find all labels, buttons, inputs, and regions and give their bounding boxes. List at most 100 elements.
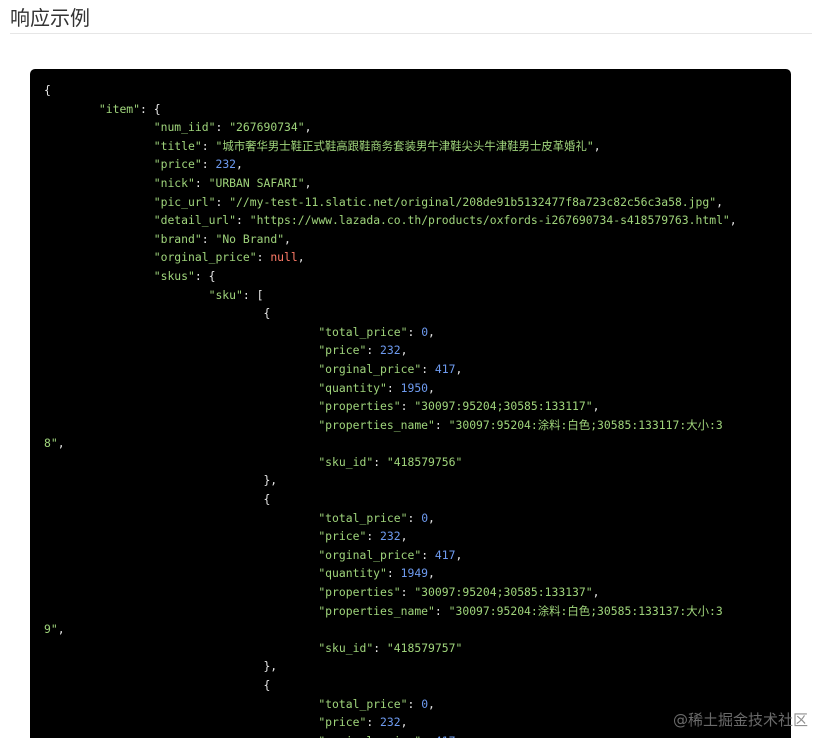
json-punctuation: : [373, 640, 387, 655]
json-punctuation [44, 325, 318, 339]
code-line: "pic_url": "//my-test-11.slatic.net/orig… [44, 193, 785, 212]
code-line: "properties_name": "30097:95204:涂料:白色;30… [44, 416, 785, 435]
json-punctuation [44, 232, 154, 246]
json-punctuation: , [455, 734, 462, 738]
json-punctuation [44, 697, 318, 711]
json-punctuation: : [201, 231, 216, 246]
code-line: "properties_name": "30097:95204:涂料:白色;30… [44, 602, 785, 621]
json-punctuation [44, 102, 99, 116]
json-key: "title" [153, 138, 202, 153]
json-string: "418579757" [386, 640, 463, 655]
json-key: "detail_url" [153, 213, 237, 228]
json-key: "properties_name" [318, 603, 435, 618]
code-block[interactable]: { "item": { "num_iid": "267690734", "tit… [30, 69, 791, 738]
json-string: 8" [44, 436, 58, 451]
json-punctuation: , [592, 399, 600, 414]
json-punctuation [44, 418, 318, 432]
json-punctuation: , [57, 622, 65, 637]
json-punctuation: : [407, 324, 422, 339]
json-string: "267690734" [229, 120, 305, 135]
json-punctuation: : [366, 715, 381, 730]
code-line: "properties": "30097:95204;30585:133137"… [44, 583, 785, 602]
json-punctuation [44, 362, 318, 376]
json-string: "//my-test-11.slatic.net/original/208de9… [229, 194, 717, 209]
code-line: "brand": "No Brand", [44, 230, 785, 249]
page-title: 响应示例 [10, 6, 90, 30]
json-punctuation: : [215, 120, 230, 135]
json-number: 232 [380, 529, 401, 544]
json-punctuation: : { [194, 268, 216, 283]
json-punctuation: : [400, 585, 415, 600]
json-key: "total_price" [318, 510, 408, 525]
code-line: { [44, 676, 785, 695]
title-divider [10, 33, 812, 34]
code-line: "total_price": 0, [44, 509, 785, 528]
code-line: "orginal_price": 417, [44, 732, 785, 738]
code-line: { [44, 81, 785, 100]
json-punctuation: , [428, 510, 435, 525]
json-punctuation: , [428, 380, 435, 395]
json-key: "properties" [318, 399, 401, 414]
json-key: "num_iid" [153, 120, 216, 135]
json-key: "orginal_price" [318, 361, 422, 376]
json-punctuation: : { [140, 101, 161, 116]
json-punctuation: : [366, 529, 381, 544]
json-number: 1950 [400, 380, 429, 395]
json-punctuation: : [386, 380, 401, 395]
json-punctuation: : [421, 547, 435, 562]
json-punctuation [44, 176, 154, 190]
code-line: }, [44, 471, 785, 490]
code-line: "price": 232, [44, 341, 785, 360]
code-line: { [44, 490, 785, 509]
json-punctuation [44, 511, 318, 525]
code-lines: { "item": { "num_iid": "267690734", "tit… [44, 81, 785, 738]
code-line: "properties": "30097:95204;30585:133117"… [44, 397, 785, 416]
json-number: 1949 [400, 566, 429, 581]
json-string: 9" [44, 622, 58, 637]
code-line: "quantity": 1949, [44, 564, 785, 583]
json-key: "total_price" [318, 324, 408, 339]
json-key: "quantity" [318, 380, 387, 395]
json-punctuation: , [593, 138, 601, 153]
json-key: "nick" [153, 175, 195, 190]
json-punctuation [44, 455, 318, 469]
json-key: "pic_url" [153, 194, 216, 209]
code-line: "price": 232, [44, 155, 785, 174]
json-punctuation: : [256, 250, 271, 265]
code-line: "skus": { [44, 267, 785, 286]
code-line: 8", [44, 434, 785, 453]
json-number: 417 [434, 361, 456, 376]
json-punctuation: : [421, 361, 435, 376]
json-punctuation: : [421, 734, 435, 738]
json-punctuation [44, 529, 318, 543]
json-key: "sku" [208, 287, 243, 302]
json-punctuation [44, 399, 318, 413]
code-line: "nick": "URBAN SAFARI", [44, 174, 785, 193]
json-punctuation: : [386, 566, 401, 581]
json-punctuation [44, 250, 154, 264]
json-punctuation: , [304, 120, 312, 135]
json-key: "orginal_price" [153, 250, 257, 265]
code-line: }, [44, 657, 785, 676]
json-number: 232 [215, 157, 237, 172]
json-punctuation [44, 734, 318, 738]
json-punctuation: , [455, 361, 463, 376]
code-line: "quantity": 1950, [44, 379, 785, 398]
json-punctuation: , [428, 324, 435, 339]
json-punctuation [44, 566, 318, 580]
json-punctuation [44, 195, 154, 209]
json-punctuation [44, 604, 318, 618]
json-punctuation [44, 288, 209, 302]
code-line: "sku_id": "418579757" [44, 639, 785, 658]
json-string: "30097:95204:涂料:白色;30585:133117:大小:3 [448, 417, 723, 432]
json-punctuation [44, 715, 318, 729]
json-key: "quantity" [318, 566, 387, 581]
json-null: null [270, 250, 298, 265]
json-punctuation: : [ [242, 287, 264, 302]
json-punctuation: { [44, 492, 271, 507]
json-punctuation: : [434, 603, 449, 618]
json-punctuation [44, 641, 318, 655]
json-key: "price" [318, 529, 367, 544]
json-key: "brand" [153, 231, 202, 246]
json-key: "sku_id" [318, 454, 374, 469]
